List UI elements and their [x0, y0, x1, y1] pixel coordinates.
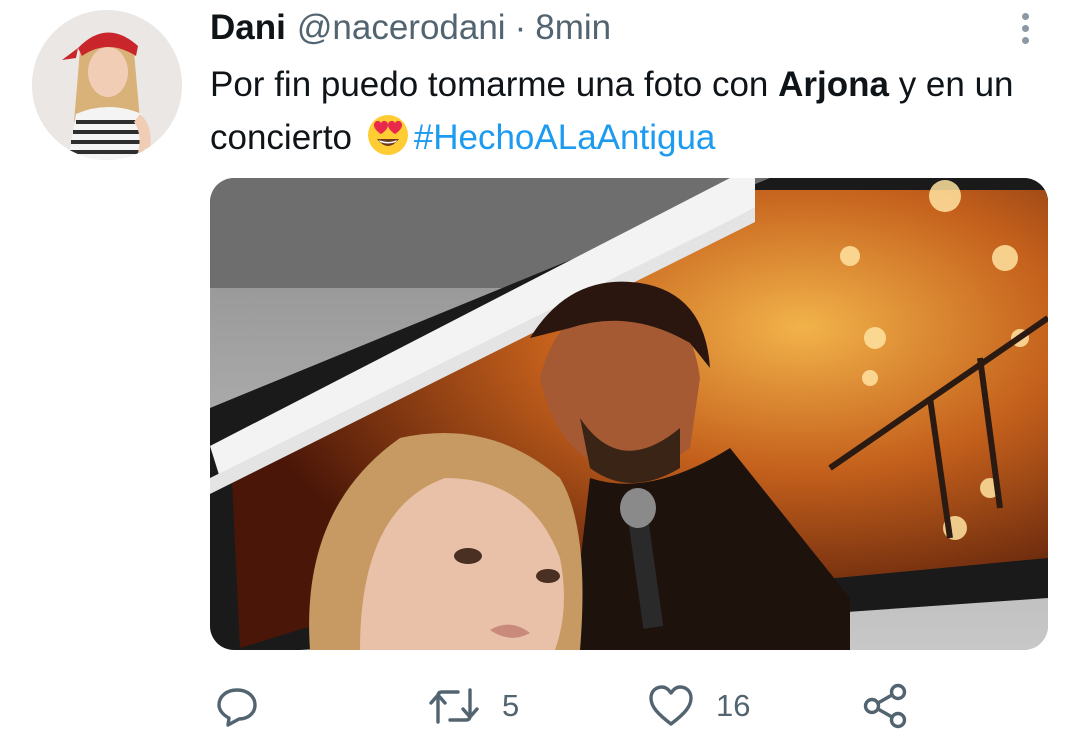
- tweet[interactable]: Dani @nacerodani · 8min Por fin puedo to…: [0, 0, 1080, 749]
- like-button[interactable]: 16: [648, 678, 750, 734]
- hashtag-link[interactable]: #HechoALaAntigua: [414, 118, 716, 157]
- tweet-photo[interactable]: [210, 178, 1048, 650]
- tweet-header: Dani @nacerodani · 8min: [210, 6, 611, 50]
- more-options-icon[interactable]: [1010, 8, 1040, 48]
- heart-icon: [649, 685, 693, 726]
- reply-icon: [217, 688, 257, 727]
- avatar[interactable]: [32, 10, 182, 160]
- like-count: 16: [716, 688, 751, 723]
- tweet-actions: 5 16: [0, 678, 1080, 738]
- retweet-button[interactable]: 5: [428, 678, 519, 734]
- user-handle[interactable]: @nacerodani: [297, 8, 506, 48]
- retweet-count: 5: [502, 688, 520, 723]
- tweet-text: Por fin puedo tomarme una foto con Arjon…: [210, 58, 1050, 164]
- share-icon: [863, 683, 907, 729]
- tweet-text-mention: Arjona: [778, 65, 889, 104]
- retweet-icon: [429, 688, 479, 724]
- reply-button[interactable]: [215, 678, 281, 734]
- heart-eyes-emoji-icon: [366, 113, 410, 157]
- photo-icon: [210, 178, 1048, 650]
- avatar-image: [32, 10, 182, 160]
- share-button[interactable]: [862, 678, 910, 734]
- display-name[interactable]: Dani: [210, 8, 286, 48]
- separator-dot: ·: [514, 8, 527, 47]
- timestamp[interactable]: 8min: [535, 8, 611, 48]
- tweet-text-part1: Por fin puedo tomarme una foto con: [210, 65, 779, 104]
